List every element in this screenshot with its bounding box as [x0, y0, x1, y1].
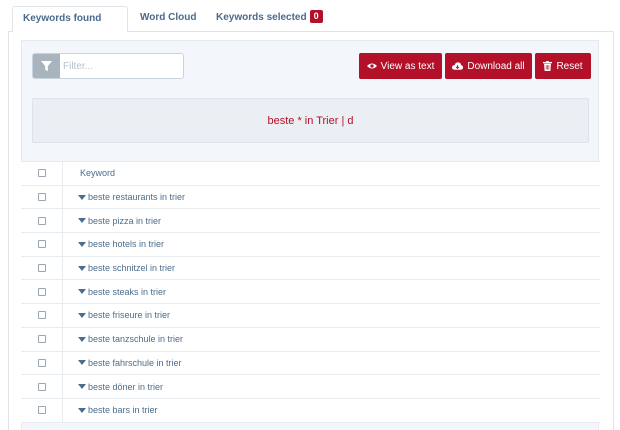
keyword-toggle[interactable]: beste friseure in trier: [78, 304, 170, 327]
keyword-toggle[interactable]: beste schnitzel in trier: [78, 257, 175, 280]
caret-down-icon: [78, 194, 86, 200]
filter-button[interactable]: [33, 54, 60, 78]
table-row: beste pizza in trier: [21, 209, 600, 234]
button-label: View as text: [380, 60, 435, 72]
button-label: Reset: [556, 60, 583, 72]
tab-label: Keywords found: [23, 13, 102, 24]
keyword-text: beste steaks in trier: [88, 286, 167, 297]
row-checkbox[interactable]: [37, 264, 46, 273]
caret-down-icon: [78, 218, 86, 224]
table-row: beste hotels in trier: [21, 233, 600, 257]
keyword-toggle[interactable]: beste bars in trier: [78, 399, 158, 422]
keyword-toggle[interactable]: beste pizza in trier: [78, 209, 161, 232]
checkbox-cell: [21, 162, 63, 185]
table-row: beste fahrschule in trier: [21, 351, 600, 376]
row-checkbox[interactable]: [37, 335, 46, 344]
table-row: beste restaurants in trier: [21, 185, 600, 210]
keyword-toggle[interactable]: beste hotels in trier: [78, 233, 164, 256]
view-as-text-button[interactable]: View as text: [359, 53, 442, 79]
keyword-toggle[interactable]: beste tanzschule in trier: [78, 328, 183, 351]
keyword-toggle[interactable]: beste steaks in trier: [78, 280, 166, 303]
keyword-text: beste hotels in trier: [88, 239, 165, 250]
caret-down-icon: [78, 265, 86, 271]
table-row: beste döner in trier: [21, 375, 600, 399]
table-header-row: Keyword: [21, 162, 600, 186]
query-text: beste * in Trier | d: [267, 114, 354, 127]
keyword-text: beste restaurants in trier: [88, 192, 186, 203]
checkbox-cell: [21, 327, 63, 351]
keyword-toggle[interactable]: beste fahrschule in trier: [78, 352, 182, 375]
filter-input[interactable]: [63, 54, 181, 78]
keyword-table: Keyword beste restaurants in trier beste…: [21, 161, 600, 423]
caret-down-icon: [78, 407, 86, 413]
filter-icon: [41, 60, 52, 71]
caret-down-icon: [78, 312, 86, 318]
reset-button[interactable]: Reset: [535, 53, 591, 79]
table-row: beste tanzschule in trier: [21, 327, 600, 352]
eye-icon: [366, 63, 377, 69]
checkbox-cell: [21, 185, 63, 209]
trash-icon: [543, 61, 553, 71]
checkbox-cell: [21, 256, 63, 280]
checkbox-cell: [21, 375, 63, 398]
row-checkbox[interactable]: [37, 382, 46, 391]
row-checkbox[interactable]: [37, 240, 46, 249]
tab-keywords-selected[interactable]: Keywords selected 0: [206, 6, 333, 32]
row-checkbox[interactable]: [37, 193, 46, 202]
checkbox-cell: [21, 351, 63, 375]
keyword-text: beste pizza in trier: [88, 215, 162, 226]
keyword-toggle[interactable]: beste döner in trier: [78, 375, 163, 398]
table-row: beste steaks in trier: [21, 280, 600, 305]
keyword-toggle[interactable]: beste restaurants in trier: [78, 186, 185, 209]
tab-bar: Keywords found11 Word Cloud Keywords sel…: [8, 6, 614, 48]
caret-down-icon: [78, 384, 86, 390]
tab-panel: View as text Download all Reset beste * …: [8, 32, 614, 430]
download-all-button[interactable]: Download all: [445, 53, 532, 79]
keyword-text: beste fahrschule in trier: [88, 357, 182, 368]
keyword-text: beste schnitzel in trier: [88, 263, 176, 274]
caret-down-icon: [78, 336, 86, 342]
button-label: Download all: [467, 60, 525, 72]
column-header-keyword[interactable]: Keyword: [80, 162, 115, 185]
cloud-download-icon: [452, 61, 464, 70]
row-checkbox[interactable]: [37, 287, 46, 296]
keyword-text: beste bars in trier: [88, 405, 158, 416]
table-row: beste schnitzel in trier: [21, 256, 600, 281]
checkbox-cell: [21, 280, 63, 304]
table-row: beste friseure in trier: [21, 304, 600, 328]
tab-label: Word Cloud: [140, 12, 197, 23]
table-row: beste bars in trier: [21, 398, 600, 423]
row-checkbox[interactable]: [37, 311, 46, 320]
tab-label: Keywords selected: [216, 12, 307, 23]
checkbox-cell: [21, 304, 63, 327]
caret-down-icon: [78, 289, 86, 295]
checkbox-cell: [21, 209, 63, 233]
row-checkbox[interactable]: [37, 358, 46, 367]
filter-group: [32, 53, 184, 79]
keyword-text: beste tanzschule in trier: [88, 334, 184, 345]
row-checkbox[interactable]: [37, 406, 46, 415]
keyword-text: beste döner in trier: [88, 381, 164, 392]
tab-word-cloud[interactable]: Word Cloud: [130, 6, 206, 32]
keyword-text: beste friseure in trier: [88, 310, 171, 321]
checkbox-cell: [21, 233, 63, 256]
tab-keywords-found[interactable]: Keywords found11: [12, 6, 128, 48]
query-display: beste * in Trier | d: [32, 98, 589, 143]
row-checkbox[interactable]: [37, 216, 46, 225]
checkbox-cell: [21, 398, 63, 422]
caret-down-icon: [78, 241, 86, 247]
select-all-checkbox[interactable]: [37, 169, 46, 178]
caret-down-icon: [78, 360, 86, 366]
count-badge: 0: [309, 10, 323, 23]
